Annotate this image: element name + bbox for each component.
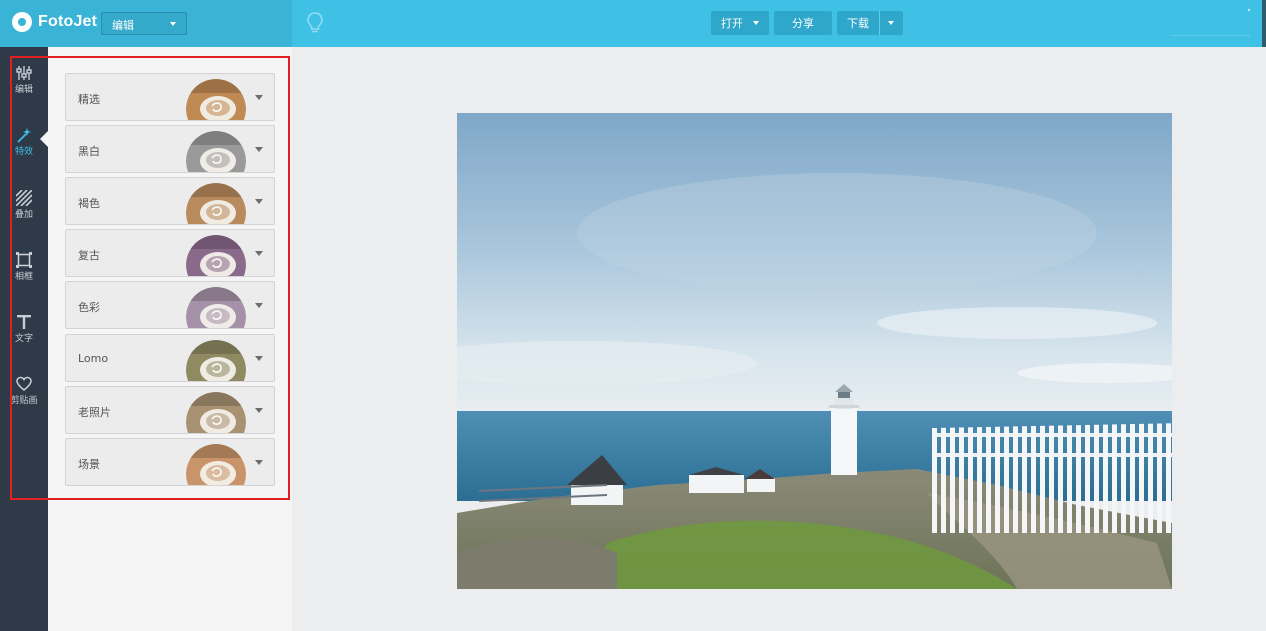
lightbulb-icon[interactable]: [306, 11, 324, 35]
app-name: FotoJet: [38, 13, 98, 30]
sidebar-item-overlay[interactable]: 叠加: [0, 190, 48, 238]
effect-item[interactable]: 黑白: [65, 125, 275, 173]
sidebar-item-text[interactable]: 文字: [0, 314, 48, 362]
download-button[interactable]: 下载: [837, 11, 903, 35]
effect-label: 精选: [78, 93, 100, 106]
decor-dot: [1248, 9, 1250, 11]
sidebar-item-label: 文字: [14, 334, 33, 344]
share-button[interactable]: 分享: [774, 11, 832, 35]
share-label: 分享: [792, 17, 814, 30]
photo-image: [457, 113, 1172, 589]
sidebar-item-label: 剪贴画: [10, 396, 38, 406]
chevron-down-icon[interactable]: [255, 147, 263, 152]
effect-item[interactable]: 场景: [65, 438, 275, 486]
chevron-down-icon[interactable]: [255, 356, 263, 361]
effect-thumbnail: [186, 287, 246, 328]
chevron-down-icon[interactable]: [255, 95, 263, 100]
stripes-icon: [16, 190, 32, 206]
sidebar-item-label: 叠加: [14, 210, 33, 220]
effect-thumbnail: [186, 131, 246, 172]
fotojet-logo-icon: [12, 12, 32, 32]
effect-item[interactable]: 色彩: [65, 281, 275, 329]
effect-thumbnail: [186, 444, 246, 485]
chevron-down-icon[interactable]: [255, 303, 263, 308]
sidebar-item-frame[interactable]: 相框: [0, 252, 48, 300]
chevron-down-icon[interactable]: [255, 460, 263, 465]
decor-line: [1172, 35, 1250, 36]
effect-label: 场景: [78, 458, 100, 471]
effect-item[interactable]: 复古: [65, 229, 275, 277]
magic-wand-icon: [17, 128, 31, 143]
chevron-down-icon[interactable]: [255, 251, 263, 256]
sidebar-item-label: 编辑: [14, 85, 33, 95]
mode-dropdown[interactable]: 编辑: [101, 12, 187, 35]
chevron-down-icon: [753, 21, 759, 25]
brand-area: FotoJet 编辑: [0, 0, 292, 47]
frame-icon: [16, 252, 32, 268]
window-edge: [1262, 0, 1266, 47]
effect-item[interactable]: 精选: [65, 73, 275, 121]
mode-label: 编辑: [112, 19, 134, 32]
effect-thumbnail: [186, 392, 246, 433]
open-button[interactable]: 打开: [711, 11, 769, 35]
effect-item[interactable]: Lomo: [65, 334, 275, 382]
sliders-icon: [16, 66, 32, 80]
app-logo[interactable]: FotoJet: [12, 12, 97, 32]
text-icon: [17, 315, 31, 329]
chevron-down-icon[interactable]: [255, 199, 263, 204]
sidebar-item-label: 相框: [14, 272, 33, 282]
open-label: 打开: [721, 17, 743, 30]
effect-label: 黑白: [78, 145, 100, 158]
top-toolbar: FotoJet 编辑 打开 分享 下载: [0, 0, 1266, 47]
effect-thumbnail: [186, 340, 246, 381]
download-label: 下载: [847, 17, 869, 30]
heart-icon: [16, 376, 32, 391]
lighthouse-landscape-photo[interactable]: [457, 113, 1172, 589]
effect-label: 色彩: [78, 301, 100, 314]
divider: [879, 11, 880, 35]
chevron-down-icon[interactable]: [888, 21, 894, 25]
effect-label: Lomo: [78, 352, 109, 365]
sidebar-item-edit[interactable]: 编辑: [0, 65, 48, 113]
active-pointer: [40, 131, 48, 147]
chevron-down-icon: [170, 22, 176, 26]
effect-item[interactable]: 老照片: [65, 386, 275, 434]
effect-thumbnail: [186, 235, 246, 276]
effect-label: 褐色: [78, 197, 100, 210]
chevron-down-icon[interactable]: [255, 408, 263, 413]
effect-item[interactable]: 褐色: [65, 177, 275, 225]
effect-thumbnail: [186, 183, 246, 224]
effect-label: 老照片: [78, 406, 111, 419]
effect-label: 复古: [78, 249, 100, 262]
sidebar-item-clipart[interactable]: 剪贴画: [0, 376, 48, 424]
effect-thumbnail: [186, 79, 246, 120]
